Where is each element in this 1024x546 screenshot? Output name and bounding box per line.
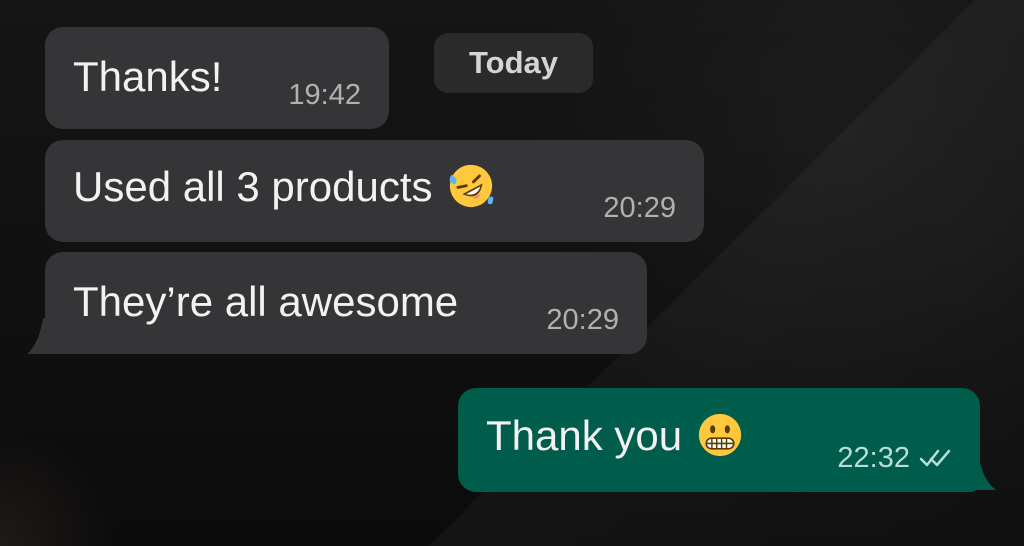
message-text: They’re all awesome (73, 278, 459, 326)
message-bubble-incoming-2[interactable]: Used all 3 products 20:29 (45, 140, 704, 242)
message-bubble-incoming-3[interactable]: They’re all awesome 20:29 (45, 252, 647, 354)
message-timestamp: 22:32 (837, 442, 910, 474)
message-bubble-outgoing-1[interactable]: Thank you 22:32 (458, 388, 980, 492)
message-content: Used all 3 products (73, 164, 497, 216)
message-text: Used all 3 products (73, 163, 433, 211)
message-meta: 22:32 (837, 444, 952, 473)
message-content: Thank you (486, 413, 746, 465)
grimacing-face-emoji (694, 409, 746, 461)
outgoing-bubble-tail (968, 452, 996, 490)
message-text: Thanks! (73, 53, 223, 101)
message-bubble-incoming-1[interactable]: Thanks! 19:42 (45, 27, 389, 129)
double-check-icon (919, 449, 951, 467)
message-text: Thank you (486, 412, 683, 460)
message-timestamp: 20:29 (546, 304, 619, 336)
date-divider: Today (434, 33, 593, 93)
message-timestamp: 19:42 (288, 79, 361, 111)
message-timestamp: 20:29 (603, 192, 676, 224)
rolling-on-floor-laughing-emoji (445, 160, 497, 212)
